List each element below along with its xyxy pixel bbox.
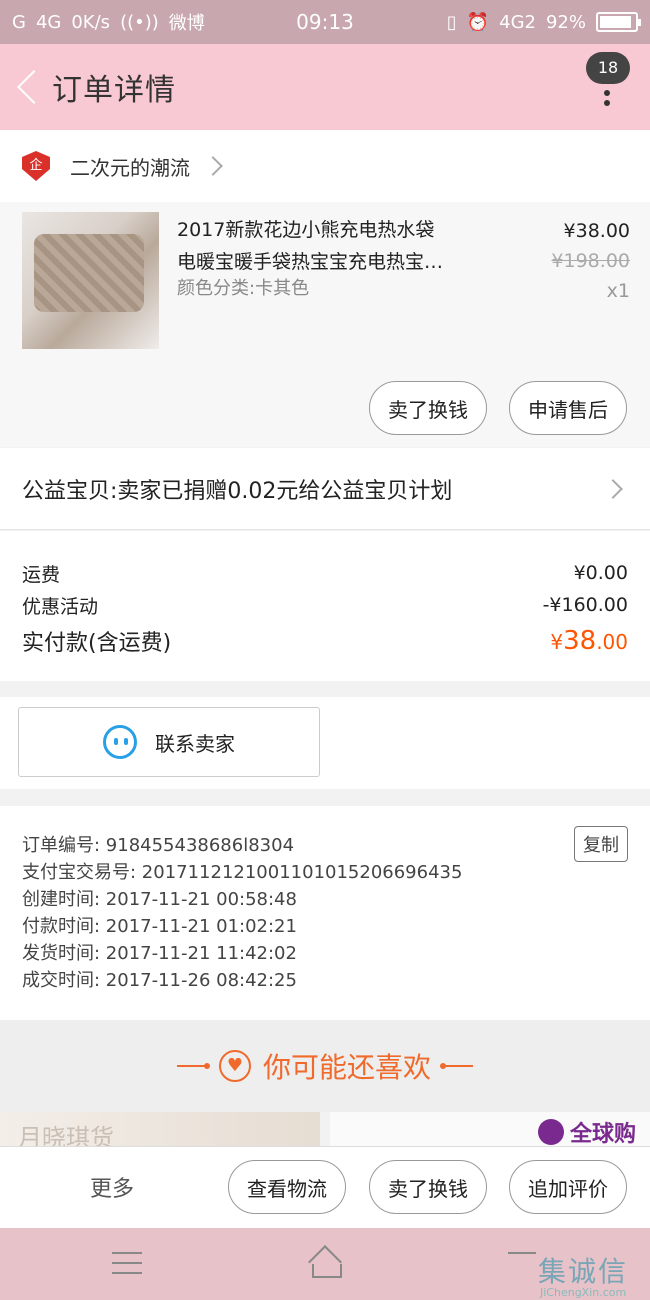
home-icon[interactable] [304, 1246, 346, 1278]
total-decimal: .00 [596, 630, 628, 654]
divider [176, 1063, 210, 1069]
global-purchase-label: 全球购 [569, 1122, 636, 1146]
message-count-badge: 18 [586, 52, 630, 84]
alipay-transaction-number: 支付宝交易号: 2017112121001101015206696435 [22, 862, 463, 883]
sell-button[interactable]: 卖了换钱 [369, 1160, 487, 1214]
enterprise-shield-icon: 企 [22, 151, 50, 181]
more-dots-icon [604, 90, 610, 96]
shipping-label: 运费 [22, 563, 61, 586]
paid-time: 付款时间: 2017-11-21 01:02:21 [22, 916, 297, 937]
chevron-right-icon [603, 479, 623, 499]
product-price: ¥38.00 [563, 220, 630, 242]
heart-icon: ♥ [218, 1050, 251, 1082]
total-main: 38 [563, 626, 597, 656]
alarm-icon: ⏰ [466, 11, 490, 33]
watermark: 集诚信 JiChengXin.com [534, 1250, 650, 1300]
created-time: 创建时间: 2017-11-21 00:58:48 [22, 889, 297, 910]
after-sale-button[interactable]: 申请售后 [509, 381, 627, 435]
total-row: 实付款(含运费) ¥38.00 [22, 625, 628, 657]
quantity: x1 [606, 280, 630, 302]
product-title: 2017新款花边小熊充电热水袋 电暖宝暖手袋热宝宝充电热宝… [177, 214, 487, 278]
contact-section: 联系卖家 [0, 697, 650, 789]
back-arrow-icon[interactable] [10, 67, 50, 107]
battery-percent: 92% [545, 11, 586, 33]
page-title: 订单详情 [52, 73, 176, 108]
speed-label: 0K/s [71, 11, 111, 33]
copy-button[interactable]: 复制 [574, 826, 628, 862]
sell-button[interactable]: 卖了换钱 [369, 381, 487, 435]
completed-time: 成交时间: 2017-11-26 08:42:25 [22, 970, 297, 991]
bottom-action-bar: 更多 查看物流 卖了换钱 追加评价 [0, 1146, 650, 1228]
total-currency: ¥ [550, 630, 564, 654]
network-2-label: 4G2 [499, 11, 536, 33]
network-label: 4G [35, 11, 62, 33]
watermark-en: JiChengXin.com [540, 1286, 627, 1299]
order-info: 订单编号: 918455438686l8304 支付宝交易号: 20171121… [0, 806, 650, 1020]
price-block: ¥38.00 ¥198.00 x1 [551, 216, 630, 306]
fee-summary: 运费 ¥0.00 优惠活动 -¥160.00 实付款(含运费) ¥38.00 [0, 531, 650, 681]
contact-seller-button[interactable]: 联系卖家 [18, 707, 320, 777]
discount-row: 优惠活动 -¥160.00 [22, 589, 628, 621]
battery-fill [600, 16, 631, 28]
shipping-row: 运费 ¥0.00 [22, 557, 628, 589]
weibo-icon: 微博 [168, 13, 205, 34]
more-menu-button[interactable]: 18 [586, 52, 630, 122]
total-value: ¥38.00 [550, 626, 628, 656]
shop-row[interactable]: 企 二次元的潮流 [0, 130, 650, 202]
product-image [34, 234, 144, 312]
divider [440, 1063, 473, 1069]
recommend-card[interactable]: 月晓琪货 [0, 1112, 320, 1146]
signal-label: G [12, 11, 26, 33]
original-price: ¥198.00 [551, 250, 630, 272]
system-back-icon[interactable] [508, 1252, 536, 1274]
add-review-button[interactable]: 追加评价 [509, 1160, 627, 1214]
product-item[interactable]: 2017新款花边小熊充电热水袋 电暖宝暖手袋热宝宝充电热宝… 颜色分类:卡其色 … [0, 202, 650, 447]
shipping-value: ¥0.00 [573, 562, 628, 584]
product-spec: 颜色分类:卡其色 [177, 278, 310, 299]
shipped-time: 发货时间: 2017-11-21 11:42:02 [22, 943, 297, 964]
global-purchase-tag: 全球购 [537, 1116, 636, 1146]
recommend-card[interactable]: 全球购 [330, 1112, 650, 1146]
recommend-title: 你可能还喜欢 [262, 1051, 431, 1084]
hotspot-icon: ((•)) [120, 11, 159, 33]
top-navbar: 订单详情 18 [0, 44, 650, 130]
discount-value: -¥160.00 [542, 594, 628, 616]
battery-icon [596, 12, 641, 32]
charity-text: 公益宝贝:卖家已捐赠0.02元给公益宝贝计划 [22, 478, 453, 504]
vibrate-icon: ▯ [446, 11, 457, 33]
status-bar: G 4G 0K/s ((•)) 微博 09:13 ▯ ⏰ 4G2 92% [0, 0, 650, 44]
recommend-card-text: 月晓琪货 [18, 1124, 114, 1146]
discount-label: 优惠活动 [22, 595, 99, 618]
total-label: 实付款(含运费) [22, 631, 172, 656]
order-number: 订单编号: 918455438686l8304 [22, 835, 295, 856]
shop-name: 二次元的潮流 [70, 155, 190, 180]
product-thumbnail[interactable] [22, 212, 159, 349]
contact-seller-label: 联系卖家 [155, 731, 235, 756]
recommend-header: ♥ 你可能还喜欢 [0, 1020, 650, 1112]
global-purchase-icon [537, 1119, 564, 1145]
product-title-line1: 2017新款花边小熊充电热水袋 [177, 219, 435, 241]
charity-row[interactable]: 公益宝贝:卖家已捐赠0.02元给公益宝贝计划 [0, 448, 650, 530]
view-logistics-button[interactable]: 查看物流 [228, 1160, 346, 1214]
chat-bubble-icon [103, 725, 137, 759]
watermark-cn: 集诚信 [538, 1255, 629, 1288]
chevron-right-icon [203, 156, 223, 176]
more-button[interactable]: 更多 [90, 1171, 134, 1203]
menu-icon[interactable] [112, 1252, 142, 1274]
